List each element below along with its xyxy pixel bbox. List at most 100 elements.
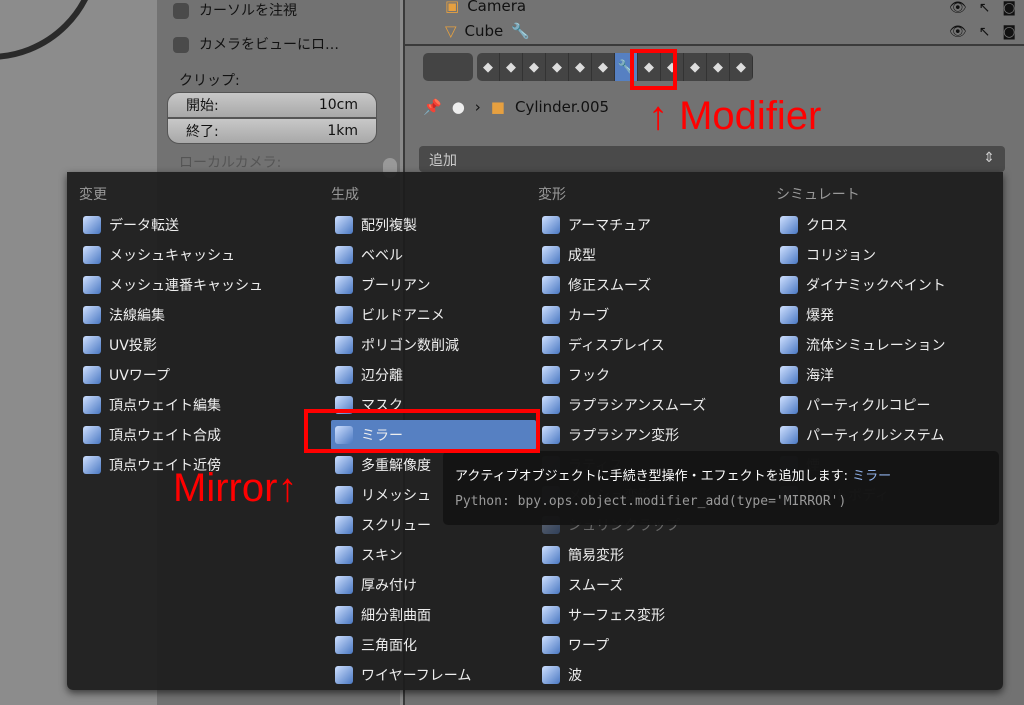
menu-item[interactable]: 波 xyxy=(538,660,743,690)
menu-item[interactable]: UV投影 xyxy=(79,330,284,360)
menu-item[interactable]: 配列複製 xyxy=(331,210,536,240)
tab-texture-icon[interactable]: ◆ xyxy=(684,53,707,81)
menu-item[interactable]: ディスプレイス xyxy=(538,330,743,360)
menu-item-label: ビルドアニメ xyxy=(361,308,445,324)
menu-item[interactable]: ビルドアニメ xyxy=(331,300,536,330)
menu-item[interactable]: メッシュキャッシュ xyxy=(79,240,284,270)
menu-item[interactable]: カーブ xyxy=(538,300,743,330)
menu-item-label: パーティクルコピー xyxy=(806,398,931,414)
add-modifier-dropdown[interactable]: 追加 ⇕ xyxy=(419,146,1005,172)
menu-item-label: 流体シミュレーション xyxy=(806,338,946,354)
menu-item[interactable]: ラプラシアン変形 xyxy=(538,420,743,450)
menu-item[interactable]: 簡易変形 xyxy=(538,540,743,570)
render-icon[interactable]: ◙ xyxy=(1002,0,1016,16)
menu-item[interactable]: ポリゴン数削減 xyxy=(331,330,536,360)
menu-item[interactable]: ワイヤーフレーム xyxy=(331,660,536,690)
menu-item[interactable]: パーティクルシステム xyxy=(776,420,981,450)
menu-item-label: ワイヤーフレーム xyxy=(361,668,472,684)
render-icon[interactable]: ◙ xyxy=(1002,24,1016,40)
eye-icon[interactable]: 👁 xyxy=(949,24,967,40)
tab-render-icon[interactable]: ◆ xyxy=(477,53,500,81)
modifier-icon xyxy=(335,666,353,684)
modifier-icon xyxy=(780,426,798,444)
modifier-icon xyxy=(780,216,798,234)
checkbox[interactable] xyxy=(173,37,189,53)
menu-item-label: 厚み付け xyxy=(361,578,417,594)
checkbox[interactable] xyxy=(173,3,189,19)
tab-render-layers-icon[interactable]: ◆ xyxy=(500,53,523,81)
menu-item[interactable]: サーフェス変形 xyxy=(538,600,743,630)
menu-item[interactable]: 頂点ウェイト編集 xyxy=(79,390,284,420)
menu-item[interactable]: 修正スムーズ xyxy=(538,270,743,300)
visibility-toggles[interactable]: 👁 ↖ ◙ xyxy=(949,24,1016,40)
menu-item[interactable]: パーティクルコピー xyxy=(776,390,981,420)
modifier-icon xyxy=(780,366,798,384)
modifier-icon xyxy=(335,516,353,534)
modifier-icon xyxy=(335,486,353,504)
menu-item[interactable]: UVワープ xyxy=(79,360,284,390)
tab-physics-icon[interactable]: ◆ xyxy=(730,53,753,81)
menu-item[interactable]: ブーリアン xyxy=(331,270,536,300)
menu-item[interactable]: ダイナミックペイント xyxy=(776,270,981,300)
menu-item[interactable]: スムーズ xyxy=(538,570,743,600)
clip-start-field[interactable]: 開始: 10cm xyxy=(167,92,377,118)
outliner-row-cube[interactable]: ▽ Cube 🔧 xyxy=(445,22,530,40)
modifier-icon xyxy=(83,216,101,234)
column-header: 変更 xyxy=(79,187,107,203)
menu-item[interactable]: アーマチュア xyxy=(538,210,743,240)
menu-item[interactable]: 細分割曲面 xyxy=(331,600,536,630)
tooltip: アクティブオブジェクトに手続き型操作・エフェクトを追加します: ミラー Pyth… xyxy=(443,451,999,525)
modifier-icon xyxy=(542,216,560,234)
menu-item[interactable]: コリジョン xyxy=(776,240,981,270)
menu-item[interactable]: 頂点ウェイト合成 xyxy=(79,420,284,450)
tab-object-icon[interactable]: ◆ xyxy=(569,53,592,81)
tooltip-highlight: ミラー xyxy=(852,469,892,484)
outliner-row-camera[interactable]: ▣ Camera xyxy=(445,0,526,15)
eye-icon[interactable]: 👁 xyxy=(949,0,967,16)
menu-item[interactable]: 法線編集 xyxy=(79,300,284,330)
menu-column: 変更データ転送メッシュキャッシュメッシュ連番キャッシュ 法線編集 UV投影 UVワープ… xyxy=(79,184,284,480)
menu-item[interactable]: 三角面化 xyxy=(331,630,536,660)
tab-constraints-icon[interactable]: ◆ xyxy=(592,53,615,81)
tab-scene-icon[interactable]: ◆ xyxy=(523,53,546,81)
menu-item[interactable]: 流体シミュレーション xyxy=(776,330,981,360)
menu-item-label: メッシュキャッシュ xyxy=(109,248,235,264)
menu-item[interactable]: 海洋 xyxy=(776,360,981,390)
cursor-icon[interactable]: ↖ xyxy=(979,0,991,16)
checkbox-lock-cursor[interactable]: カーソルを注視 xyxy=(173,0,297,20)
menu-item[interactable]: ワープ xyxy=(538,630,743,660)
visibility-toggles[interactable]: 👁 ↖ ◙ xyxy=(949,0,1016,16)
tab-world-icon[interactable]: ◆ xyxy=(546,53,569,81)
menu-item-label: 多重解像度 xyxy=(361,458,431,474)
menu-item[interactable]: ベベル xyxy=(331,240,536,270)
modifier-icon xyxy=(83,426,101,444)
menu-item[interactable]: フック xyxy=(538,360,743,390)
menu-item[interactable]: 厚み付け xyxy=(331,570,536,600)
pin-icon[interactable]: 📌 xyxy=(423,98,442,116)
menu-item[interactable]: ラプラシアンスムーズ xyxy=(538,390,743,420)
menu-item-label: フック xyxy=(568,368,610,384)
menu-item-label: 辺分離 xyxy=(361,368,403,384)
editor-type-button[interactable] xyxy=(423,53,473,81)
menu-item[interactable]: 成型 xyxy=(538,240,743,270)
cursor-icon[interactable]: ↖ xyxy=(979,24,991,40)
menu-item[interactable]: クロス xyxy=(776,210,981,240)
tooltip-text: アクティブオブジェクトに手続き型操作・エフェクトを追加します: xyxy=(455,469,848,484)
menu-item[interactable]: メッシュ連番キャッシュ xyxy=(79,270,284,300)
menu-item-label: ベベル xyxy=(361,248,403,264)
menu-item-label: カーブ xyxy=(568,308,610,324)
modifier-icon xyxy=(542,336,560,354)
menu-item[interactable]: 辺分離 xyxy=(331,360,536,390)
outliner: ▣ Camera ▽ Cube 🔧 👁 ↖ ◙ 👁 ↖ ◙ xyxy=(405,0,1024,46)
clip-end-field[interactable]: 終了: 1km xyxy=(167,118,377,144)
menu-item-label: パーティクルシステム xyxy=(806,428,945,444)
menu-item[interactable]: データ転送 xyxy=(79,210,284,240)
menu-item-label: クロス xyxy=(806,218,848,234)
modifier-icon xyxy=(83,276,101,294)
checkbox-lock-camera[interactable]: カメラをビューにロ… xyxy=(173,34,339,54)
menu-item[interactable]: スキン xyxy=(331,540,536,570)
tab-particles-icon[interactable]: ◆ xyxy=(707,53,730,81)
modifier-icon xyxy=(542,366,560,384)
field-value: 1km xyxy=(327,123,358,139)
menu-item[interactable]: 爆発 xyxy=(776,300,981,330)
